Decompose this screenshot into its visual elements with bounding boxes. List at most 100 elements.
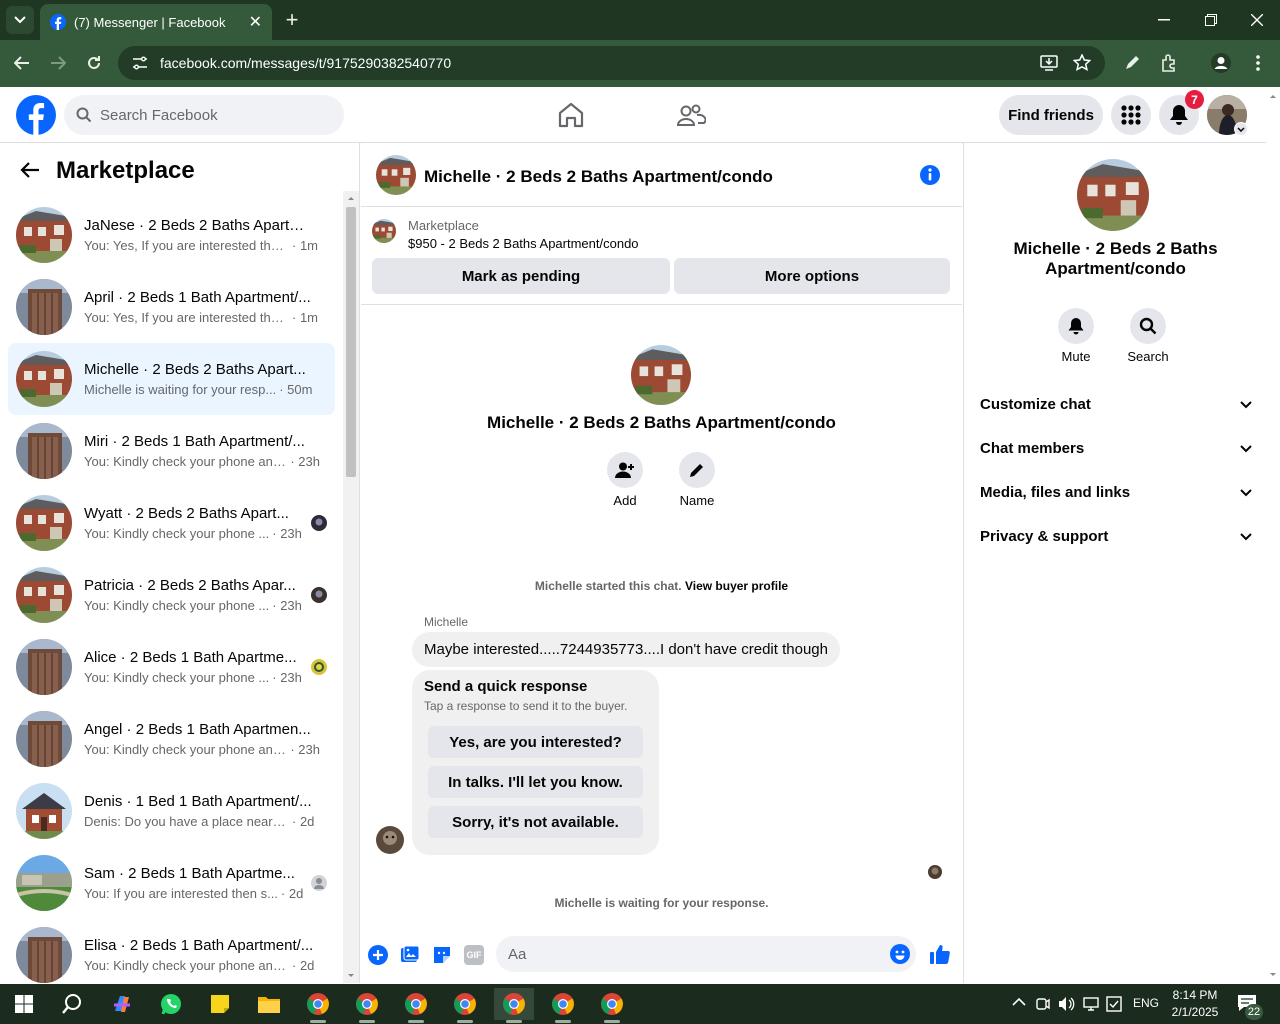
chrome-app-icon[interactable] bbox=[347, 988, 387, 1023]
chrome-app-icon[interactable] bbox=[396, 988, 436, 1023]
profile-avatar[interactable] bbox=[631, 345, 691, 405]
info-avatar[interactable] bbox=[1077, 159, 1149, 231]
conversation-item[interactable]: Miri · 2 Beds 1 Bath Apartment/... You: … bbox=[8, 415, 335, 487]
conversation-item[interactable]: Michelle · 2 Beds 2 Baths Apart... Miche… bbox=[8, 343, 335, 415]
chat-members-section[interactable]: Chat members bbox=[980, 440, 1252, 457]
sender-avatar[interactable] bbox=[376, 826, 404, 854]
tab-search-button[interactable] bbox=[6, 6, 34, 34]
friends-nav-button[interactable] bbox=[676, 103, 706, 129]
back-arrow-button[interactable] bbox=[20, 161, 40, 179]
clock-time[interactable]: 8:14 PM bbox=[1168, 988, 1222, 1002]
menu-grid-button[interactable] bbox=[1111, 95, 1151, 135]
emoji-button[interactable] bbox=[890, 944, 910, 964]
quick-response-yes-button[interactable]: Yes, are you interested? bbox=[428, 726, 643, 758]
tab-close-icon[interactable]: ✕ bbox=[249, 12, 262, 32]
message-bubble[interactable]: Maybe interested.....7244935773....I don… bbox=[412, 632, 840, 667]
quick-response-not-available-button[interactable]: Sorry, it's not available. bbox=[428, 806, 643, 838]
conversation-item[interactable]: Sam · 2 Beds 1 Bath Apartme... You: If y… bbox=[8, 847, 335, 919]
url-text[interactable]: facebook.com/messages/t/9175290382540770 bbox=[160, 55, 451, 71]
search-label: Search bbox=[1127, 349, 1169, 364]
conversation-preview: You: Kindly check your phone ... bbox=[84, 598, 270, 613]
like-button[interactable] bbox=[929, 943, 951, 965]
facebook-logo[interactable] bbox=[16, 95, 56, 135]
conversation-preview: You: Yes, If you are interested then... bbox=[84, 310, 289, 325]
composer-gif-button[interactable]: GIF bbox=[464, 945, 484, 965]
composer-add-button[interactable] bbox=[368, 945, 388, 965]
conversation-item[interactable]: Wyatt · 2 Beds 2 Baths Apart... You: Kin… bbox=[8, 487, 335, 559]
media-files-links-section[interactable]: Media, files and links bbox=[980, 484, 1252, 501]
conversation-item[interactable]: Elisa · 2 Beds 1 Bath Apartment/... You:… bbox=[8, 919, 335, 983]
network-icon[interactable] bbox=[1083, 996, 1099, 1012]
conversation-item[interactable]: JaNese · 2 Beds 2 Baths Apartm... You: Y… bbox=[8, 199, 335, 271]
friends-icon bbox=[676, 104, 706, 126]
notification-center-app-icon[interactable] bbox=[1106, 996, 1122, 1012]
reload-button[interactable] bbox=[82, 51, 106, 75]
message-input[interactable]: Aa bbox=[496, 936, 916, 972]
extensions-icon[interactable] bbox=[1157, 51, 1181, 75]
chrome-app-icon[interactable] bbox=[298, 988, 338, 1023]
info-button[interactable] bbox=[919, 164, 941, 186]
input-language[interactable]: ENG bbox=[1133, 996, 1159, 1010]
conversation-item[interactable]: Angel · 2 Beds 1 Bath Apartmen... You: K… bbox=[8, 703, 335, 775]
conversation-thumbnail bbox=[16, 207, 72, 263]
arrow-left-icon bbox=[14, 56, 29, 70]
chrome-app-icon[interactable] bbox=[592, 988, 632, 1023]
listing-thumbnail[interactable] bbox=[372, 219, 396, 243]
install-app-icon[interactable] bbox=[1040, 55, 1058, 71]
more-options-button[interactable]: More options bbox=[674, 258, 950, 294]
page-scrollbar[interactable] bbox=[1266, 87, 1280, 984]
start-button[interactable] bbox=[4, 988, 44, 1020]
site-info-icon[interactable] bbox=[132, 56, 148, 70]
minimize-button[interactable] bbox=[1150, 8, 1178, 32]
chrome-app-icon[interactable] bbox=[445, 988, 485, 1023]
taskbar-search-button[interactable] bbox=[52, 988, 92, 1020]
conversation-item[interactable]: Denis · 1 Bed 1 Bath Apartment/... Denis… bbox=[8, 775, 335, 847]
chat-avatar[interactable] bbox=[376, 155, 416, 195]
mute-button[interactable] bbox=[1058, 308, 1094, 344]
conversation-item[interactable]: Alice · 2 Beds 1 Bath Apartme... You: Ki… bbox=[8, 631, 335, 703]
back-button[interactable] bbox=[10, 51, 34, 75]
pen-icon[interactable] bbox=[1120, 51, 1144, 75]
close-window-button[interactable] bbox=[1243, 8, 1271, 32]
quick-response-in-talks-button[interactable]: In talks. I'll let you know. bbox=[428, 766, 643, 798]
search-facebook-input[interactable]: Search Facebook bbox=[64, 95, 344, 135]
clock-date[interactable]: 2/1/2025 bbox=[1168, 1005, 1222, 1019]
scrollbar-thumb[interactable] bbox=[346, 207, 356, 477]
show-hidden-icons-button[interactable] bbox=[1012, 997, 1026, 1006]
mark-as-pending-button[interactable]: Mark as pending bbox=[372, 258, 670, 294]
customize-chat-section[interactable]: Customize chat bbox=[980, 396, 1252, 413]
browser-tab[interactable]: (7) Messenger | Facebook ✕ bbox=[40, 4, 272, 40]
copilot-app-icon[interactable] bbox=[102, 988, 142, 1020]
arrow-left-icon bbox=[20, 162, 39, 178]
add-people-button[interactable] bbox=[607, 452, 643, 488]
conversation-scrollbar[interactable] bbox=[343, 191, 359, 983]
view-buyer-profile-link[interactable]: View buyer profile bbox=[685, 579, 788, 593]
conversation-item[interactable]: Patricia · 2 Beds 2 Baths Apar... You: K… bbox=[8, 559, 335, 631]
new-tab-button[interactable]: + bbox=[280, 7, 304, 32]
chrome-app-icon[interactable] bbox=[494, 988, 534, 1023]
chat-title[interactable]: Michelle · 2 Beds 2 Baths Apartment/cond… bbox=[424, 167, 773, 187]
file-explorer-app-icon[interactable] bbox=[249, 988, 289, 1020]
restore-button[interactable] bbox=[1197, 8, 1225, 32]
composer-photo-button[interactable] bbox=[400, 945, 420, 965]
search-in-chat-button[interactable] bbox=[1130, 308, 1166, 344]
whatsapp-app-icon[interactable] bbox=[151, 988, 191, 1020]
meet-now-icon[interactable] bbox=[1036, 996, 1050, 1012]
find-friends-button[interactable]: Find friends bbox=[999, 95, 1103, 135]
account-chevron-icon[interactable] bbox=[1234, 122, 1248, 136]
volume-icon[interactable] bbox=[1058, 996, 1076, 1012]
home-nav-button[interactable] bbox=[556, 101, 586, 129]
conversation-item[interactable]: April · 2 Beds 1 Bath Apartment/... You:… bbox=[8, 271, 335, 343]
sticky-notes-app-icon[interactable] bbox=[200, 988, 240, 1020]
forward-button[interactable] bbox=[46, 51, 70, 75]
read-receipt-avatar bbox=[311, 587, 327, 603]
composer-sticker-button[interactable] bbox=[432, 945, 452, 965]
menu-kebab-icon[interactable] bbox=[1246, 51, 1270, 75]
profile-icon[interactable] bbox=[1209, 51, 1233, 75]
chrome-app-icon[interactable] bbox=[543, 988, 583, 1023]
name-chat-button[interactable] bbox=[679, 452, 715, 488]
privacy-support-section[interactable]: Privacy & support bbox=[980, 528, 1252, 545]
address-bar[interactable]: facebook.com/messages/t/9175290382540770 bbox=[118, 46, 1105, 80]
listing-price[interactable]: $950 - 2 Beds 2 Baths Apartment/condo bbox=[408, 236, 639, 251]
bookmark-star-icon[interactable] bbox=[1073, 54, 1091, 72]
